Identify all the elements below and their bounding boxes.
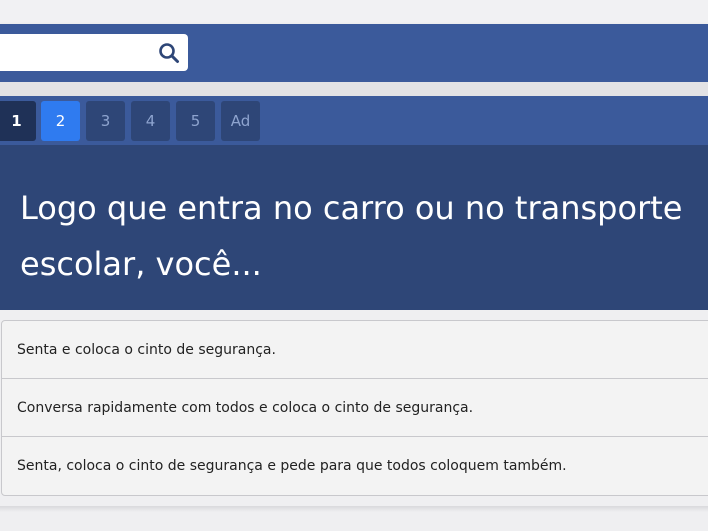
page-button-ad[interactable]: Ad — [221, 101, 260, 141]
divider — [0, 82, 708, 96]
question-pager: 1 2 3 4 5 Ad — [0, 96, 708, 146]
question-panel: Logo que entra no carro ou no transporte… — [0, 146, 708, 310]
answer-option-3[interactable]: Senta, coloca o cinto de segurança e ped… — [2, 437, 708, 495]
search-input[interactable] — [0, 34, 144, 71]
answer-list: Senta e coloca o cinto de segurança. Con… — [1, 320, 708, 496]
question-text: Logo que entra no carro ou no transporte… — [20, 189, 683, 283]
search-box — [0, 34, 188, 71]
search-bar — [0, 24, 708, 82]
answer-option-1[interactable]: Senta e coloca o cinto de segurança. — [2, 321, 708, 379]
page-button-5[interactable]: 5 — [176, 101, 215, 141]
footer-shadow — [0, 506, 708, 512]
page-button-1[interactable]: 1 — [0, 101, 36, 141]
answer-option-2[interactable]: Conversa rapidamente com todos e coloca … — [2, 379, 708, 437]
page-button-2[interactable]: 2 — [41, 101, 80, 141]
top-strip — [0, 0, 708, 22]
page-button-3[interactable]: 3 — [86, 101, 125, 141]
page-button-4[interactable]: 4 — [131, 101, 170, 141]
search-icon[interactable] — [158, 42, 180, 64]
